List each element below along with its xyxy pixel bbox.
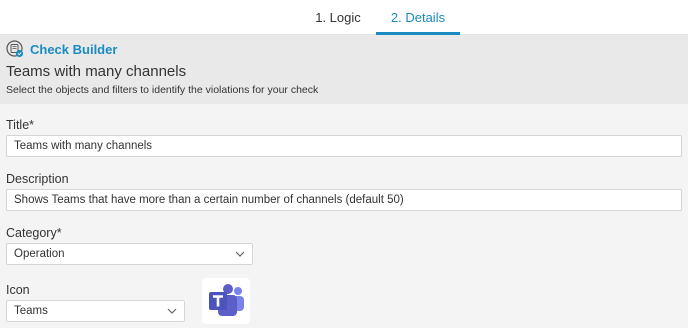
category-select[interactable]: Operation [6, 243, 253, 265]
icon-select-value: Teams [14, 305, 48, 317]
microsoft-teams-icon [209, 284, 244, 316]
title-label: Title* [6, 118, 35, 132]
check-builder-icon [6, 40, 24, 58]
description-label: Description [6, 172, 69, 186]
icon-select[interactable]: Teams [6, 300, 185, 322]
check-builder-title: Check Builder [30, 42, 118, 57]
top-tab-bar: 1. Logic 2. Details [0, 0, 688, 35]
chevron-down-icon [167, 308, 177, 314]
icon-label: Icon [6, 283, 30, 297]
description-field[interactable]: Shows Teams that have more than a certai… [6, 189, 682, 211]
check-name-heading: Teams with many channels [6, 63, 187, 80]
description-field-value: Shows Teams that have more than a certai… [14, 194, 404, 206]
chevron-down-icon [235, 251, 245, 257]
header-subtitle: Select the objects and filters to identi… [6, 84, 319, 96]
tab-details[interactable]: 2. Details [376, 0, 460, 35]
category-label: Category* [6, 226, 62, 240]
tab-logic[interactable]: 1. Logic [300, 0, 376, 34]
title-field-value: Teams with many channels [14, 140, 153, 152]
icon-preview [202, 278, 250, 324]
title-field[interactable]: Teams with many channels [6, 135, 682, 157]
category-select-value: Operation [14, 248, 65, 260]
